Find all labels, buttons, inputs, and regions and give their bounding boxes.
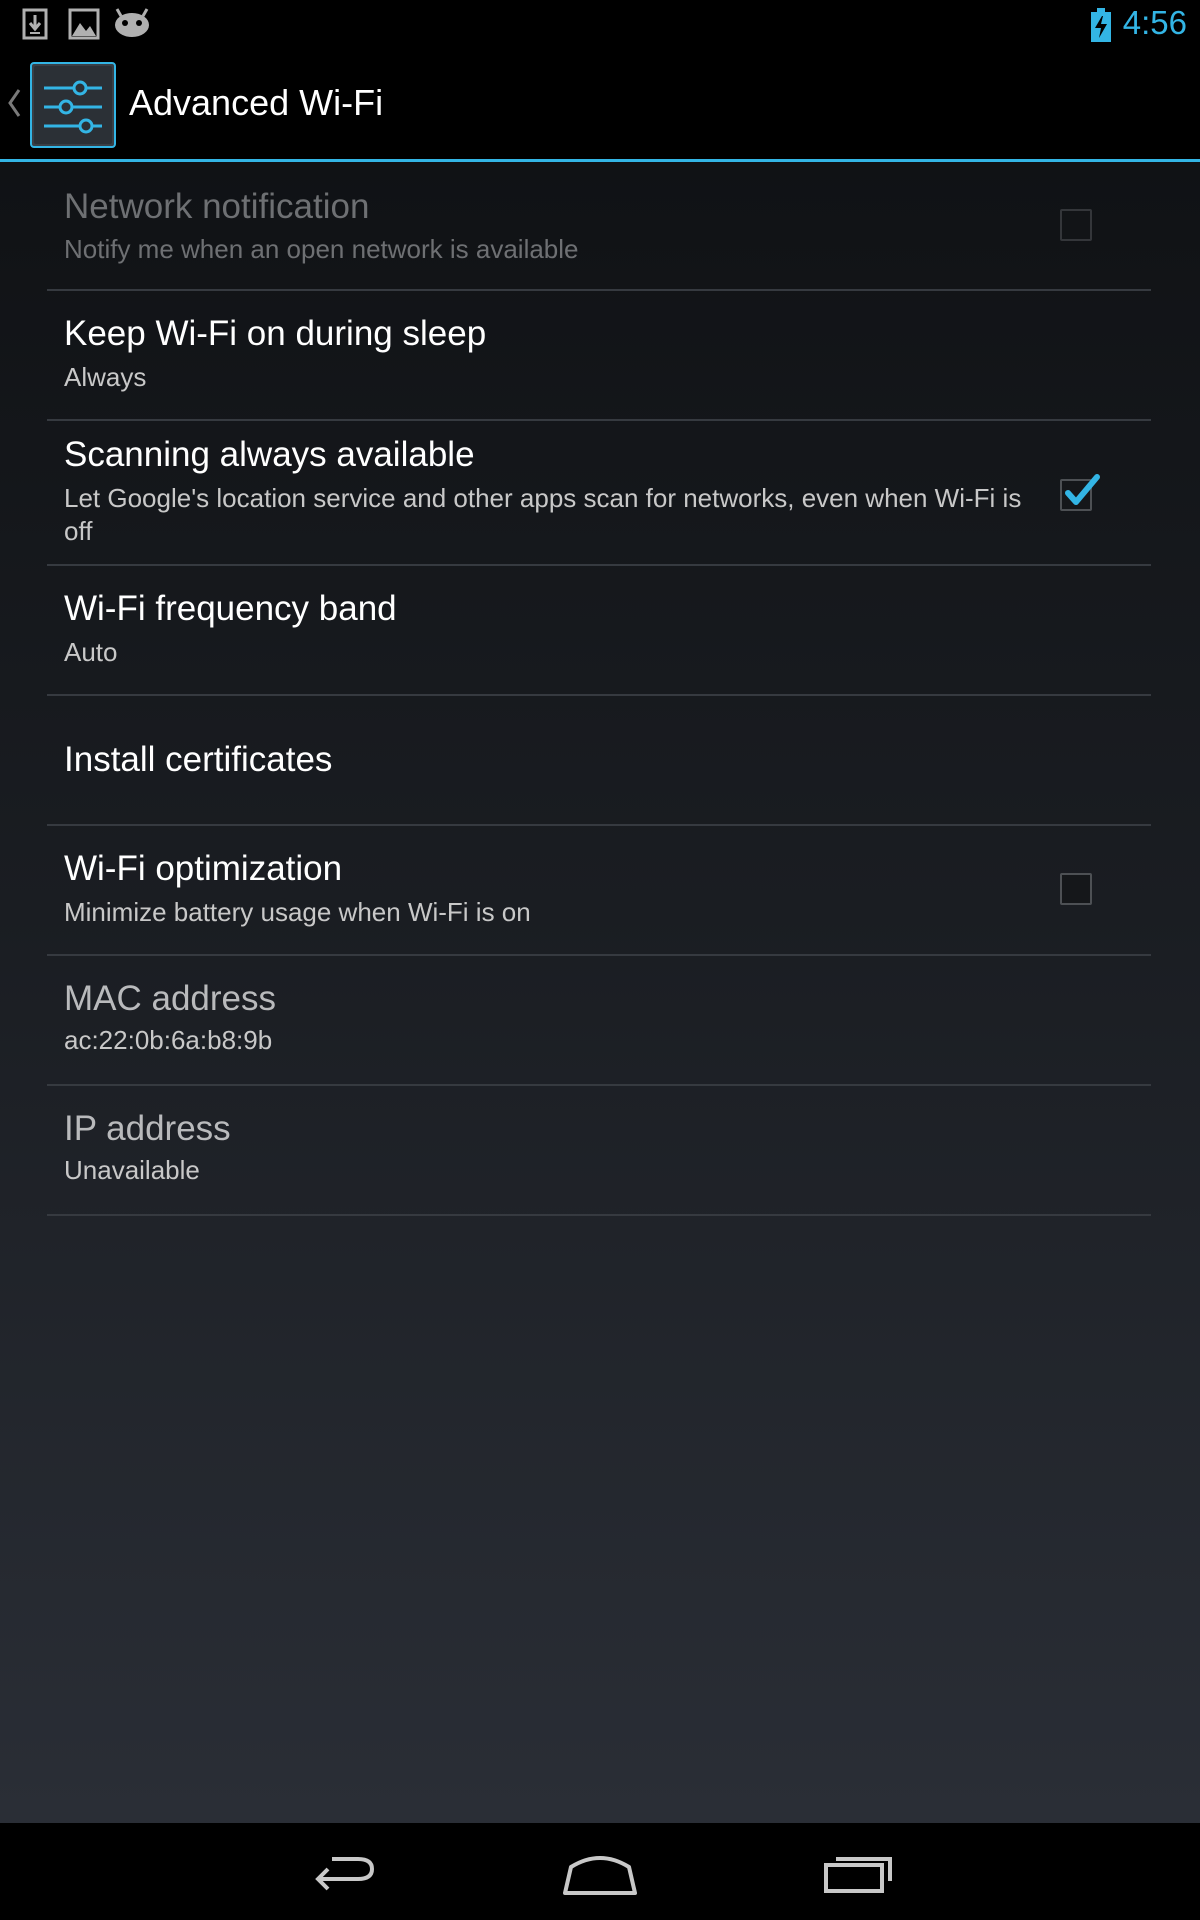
checkmark-icon [1062,471,1102,516]
mac-address-row: MAC address ac:22:0b:6a:b8:9b [47,956,1151,1086]
keep-wifi-on-during-sleep-row[interactable]: Keep Wi-Fi on during sleep Always [47,291,1151,421]
ip-address-row: IP address Unavailable [47,1086,1151,1216]
pref-title: Install certificates [64,740,333,779]
recent-apps-icon[interactable] [822,1841,898,1906]
install-certificates-row[interactable]: Install certificates [47,696,1151,826]
action-bar: Advanced Wi-Fi [0,50,1200,162]
back-icon[interactable] [306,1841,380,1906]
pref-summary: Let Google's location service and other … [64,483,1022,546]
pref-title: IP address [64,1109,231,1148]
battery-charging-icon [1090,8,1112,47]
pref-summary: Notify me when an open network is availa… [64,234,579,264]
pref-summary: Auto [64,637,118,667]
page-title: Advanced Wi-Fi [129,82,384,123]
pref-title: MAC address [64,979,277,1018]
wifi-optimization-checkbox[interactable] [1060,873,1092,905]
image-icon [68,8,100,45]
status-clock: 4:56 [1122,4,1187,41]
settings-icon[interactable] [30,62,116,148]
network-notification-row: Network notification Notify me when an o… [47,162,1151,291]
pref-summary: Minimize battery usage when Wi-Fi is on [64,897,531,927]
navigation-bar [0,1823,1200,1920]
wifi-frequency-band-row[interactable]: Wi-Fi frequency band Auto [47,566,1151,696]
pref-title: Scanning always available [64,435,475,474]
wifi-optimization-row[interactable]: Wi-Fi optimization Minimize battery usag… [47,826,1151,956]
status-bar: 4:56 [0,0,1200,50]
pref-title: Keep Wi-Fi on during sleep [64,314,487,353]
preferences-list: Network notification Notify me when an o… [0,162,1200,1823]
pref-title: Wi-Fi frequency band [64,589,397,628]
pref-title: Network notification [64,187,370,226]
scanning-always-available-checkbox[interactable] [1060,474,1100,511]
pref-title: Wi-Fi optimization [64,849,343,888]
home-icon[interactable] [561,1841,639,1906]
up-caret-icon[interactable] [6,88,22,123]
network-notification-checkbox [1060,209,1092,241]
pref-summary: ac:22:0b:6a:b8:9b [64,1025,273,1055]
download-icon [22,8,48,45]
pref-summary: Always [64,362,147,392]
android-icon [113,8,151,43]
scanning-always-available-row[interactable]: Scanning always available Let Google's l… [47,421,1151,566]
pref-summary: Unavailable [64,1155,200,1185]
